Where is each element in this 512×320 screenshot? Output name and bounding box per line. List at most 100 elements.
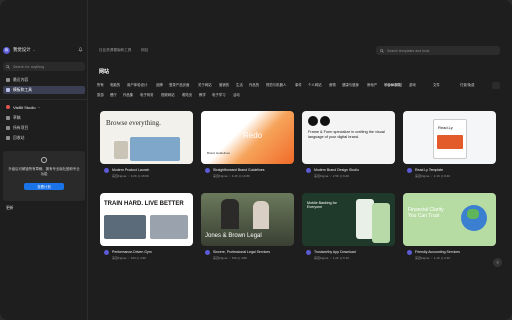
main-content: 社区资源模版和工具 网站 Search templates and tools … bbox=[89, 0, 512, 320]
template-card[interactable]: Financial Clarity You Can Trust Friendly … bbox=[403, 193, 496, 260]
grid-icon bbox=[6, 126, 10, 130]
template-title[interactable]: Friendly Accounting Services bbox=[415, 250, 460, 254]
template-title[interactable]: Modern Brand Design Studio bbox=[314, 168, 359, 172]
template-thumbnail[interactable]: Redo Brand Guidelines bbox=[201, 111, 294, 164]
trash-icon bbox=[6, 136, 10, 140]
template-thumbnail[interactable]: TRAIN HARD. LIVE BETTER bbox=[100, 193, 193, 246]
sidebar-item-recent[interactable]: 最近内容 bbox=[3, 76, 85, 84]
category-chip[interactable]: 健康与健身 bbox=[342, 82, 359, 87]
template-card[interactable]: Browse everything. Modern Product Launch 来… bbox=[100, 111, 193, 178]
category-chip[interactable]: 作品集 bbox=[123, 92, 133, 97]
template-title[interactable]: Modern Product Launch bbox=[112, 168, 149, 172]
category-chip[interactable]: 视频网站 bbox=[161, 92, 175, 97]
thumb-headline: Read.Ly bbox=[438, 125, 453, 130]
filter-figma-sites[interactable]: Figma 网站 bbox=[385, 82, 402, 87]
sidebar-item-label: 最近内容 bbox=[13, 77, 29, 82]
template-title[interactable]: Sincere, Professional Legal Services bbox=[213, 250, 270, 254]
category-chip[interactable]: 营销的 bbox=[219, 82, 229, 87]
template-views: 4.8K bbox=[241, 256, 248, 260]
template-meta: 来自Figma ♡ 1.1K ◎ 3.4K bbox=[415, 256, 450, 260]
template-card[interactable]: Mobile Banking for Everyone Trustworthy A… bbox=[302, 193, 395, 260]
category-chip[interactable]: 关于网站 bbox=[198, 82, 212, 87]
category-chip[interactable]: 活动 bbox=[233, 92, 240, 97]
template-card[interactable]: Frame & Form specialize in crafting the … bbox=[302, 111, 395, 178]
sidebar-item-label: 草稿 bbox=[13, 115, 21, 120]
category-chip[interactable]: 用户体验设计 bbox=[127, 82, 147, 87]
template-author: 来自Figma bbox=[415, 256, 430, 260]
template-thumbnail[interactable]: Frame & Form specialize in crafting the … bbox=[302, 111, 395, 164]
template-thumbnail[interactable]: Read.Ly bbox=[403, 111, 496, 164]
category-chip[interactable]: 电脑的 bbox=[110, 82, 120, 87]
template-card[interactable]: Read.Ly Read.Ly Template 来自Figma ♡ 2.1K ◎ … bbox=[403, 111, 496, 178]
filter-file[interactable]: 文件 bbox=[433, 82, 440, 87]
sidebar-item-trash[interactable]: 回收站 bbox=[3, 134, 85, 142]
upgrade-icon bbox=[41, 157, 47, 163]
template-views: 18.6K bbox=[141, 174, 150, 178]
category-chip[interactable]: 餐厅 bbox=[110, 92, 117, 97]
bell-icon[interactable] bbox=[78, 47, 83, 52]
chevron-down-icon: ⌄ bbox=[32, 48, 36, 52]
template-views: 13.8K bbox=[242, 174, 251, 178]
thumb-headline: Redo bbox=[243, 131, 263, 140]
category-chips: 所有 电脑的 用户体验设计 品牌 登录产品页面 关于网站 营销的 生活 作品的 规范与机器人 事件 个… bbox=[97, 82, 416, 102]
template-thumbnail[interactable]: Jones & Brown Legal bbox=[201, 193, 294, 246]
category-chip[interactable]: 作品的 bbox=[249, 82, 259, 87]
category-chip[interactable]: 电子学习 bbox=[212, 92, 226, 97]
team-switcher[interactable]: 我 我觉设计 ⌄ bbox=[3, 45, 85, 55]
template-search-input[interactable]: Search templates and tools bbox=[376, 46, 500, 55]
category-chip[interactable]: 食物 bbox=[329, 82, 336, 87]
filter-price[interactable]: 付费/免费 bbox=[460, 82, 475, 87]
category-chip[interactable]: 规范与机器人 bbox=[266, 82, 286, 87]
category-chip[interactable]: 所有 bbox=[97, 82, 104, 87]
category-chip[interactable]: 个人网站 bbox=[308, 82, 322, 87]
template-meta: 来自Figma ♡ 4.4K ◎ 13.8K bbox=[213, 174, 250, 178]
template-thumbnail[interactable]: Mobile Banking for Everyone bbox=[302, 193, 395, 246]
search-icon bbox=[6, 64, 10, 69]
template-meta: 来自Figma ♡ 2.1K ◎ 8.4K bbox=[415, 174, 450, 178]
template-author: 来自Figma bbox=[213, 174, 228, 178]
sidebar-search-input[interactable]: Search for anything bbox=[3, 62, 85, 71]
template-author: 来自Figma bbox=[314, 256, 329, 260]
sort-button[interactable] bbox=[492, 82, 500, 89]
category-chip[interactable]: 房地产 bbox=[367, 82, 377, 87]
template-author: 来自Figma bbox=[213, 256, 228, 260]
template-card[interactable]: Jones & Brown Legal Sincere, Professional… bbox=[201, 193, 294, 260]
breadcrumb-websites[interactable]: 网站 bbox=[141, 48, 148, 53]
app-window: 我 我觉设计 ⌄ Search for anything 最近内容 模板和工具 … bbox=[0, 0, 512, 320]
template-card[interactable]: TRAIN HARD. LIVE BETTER Performance-Drive… bbox=[100, 193, 193, 260]
template-author: 来自Figma bbox=[112, 256, 127, 260]
template-title[interactable]: Trustworthy App Download bbox=[314, 250, 356, 254]
thumb-headline: Mobile Banking for Everyone bbox=[307, 201, 337, 210]
figma-icon bbox=[205, 250, 210, 255]
sidebar-item-updates[interactable]: 更新 bbox=[3, 204, 85, 212]
upgrade-card: 升级后可解锁所有草稿、拥有专业版社团和专业功能 查看计划 bbox=[3, 151, 85, 201]
category-chip[interactable]: 事件 bbox=[295, 82, 302, 87]
template-title[interactable]: Straightforward Brand Guidelines bbox=[213, 168, 265, 172]
category-chip[interactable]: 生活 bbox=[236, 82, 243, 87]
template-thumbnail[interactable]: Financial Clarity You Can Trust bbox=[403, 193, 496, 246]
category-chip[interactable]: 登录产品页面 bbox=[169, 82, 189, 87]
category-chip[interactable]: 旅游 bbox=[97, 92, 104, 97]
category-chip[interactable]: 电子商务 bbox=[140, 92, 154, 97]
category-chip[interactable]: 着陆页 bbox=[182, 92, 192, 97]
template-card[interactable]: Redo Brand Guidelines Straightforward Bran… bbox=[201, 111, 294, 178]
sidebar-item-drafts[interactable]: 草稿 bbox=[3, 114, 85, 122]
figma-icon bbox=[306, 250, 311, 255]
figma-icon bbox=[205, 168, 210, 173]
view-plans-button[interactable]: 查看计划 bbox=[24, 183, 64, 190]
sidebar-item-label: 模板和工具 bbox=[13, 87, 32, 92]
template-title[interactable]: Performance-Driven Gym bbox=[112, 250, 152, 254]
breadcrumb-community[interactable]: 社区资源模版和工具 bbox=[99, 48, 131, 53]
template-title[interactable]: Read.Ly Template bbox=[415, 168, 443, 172]
workspace-switcher[interactable]: VisBit Studio ⌄ bbox=[3, 103, 85, 111]
template-thumbnail[interactable]: Browse everything. bbox=[100, 111, 193, 164]
category-chip[interactable]: 教学 bbox=[199, 92, 206, 97]
category-chip[interactable]: 品牌 bbox=[156, 82, 163, 87]
sidebar-item-label: 所有项目 bbox=[13, 125, 29, 130]
sidebar-item-templates[interactable]: 模板和工具 bbox=[3, 86, 85, 94]
template-author: 来自Figma bbox=[415, 174, 430, 178]
clock-icon bbox=[6, 78, 10, 82]
sidebar-item-all-projects[interactable]: 所有项目 bbox=[3, 124, 85, 132]
team-avatar: 我 bbox=[3, 46, 10, 54]
help-button[interactable]: ? bbox=[493, 258, 502, 267]
